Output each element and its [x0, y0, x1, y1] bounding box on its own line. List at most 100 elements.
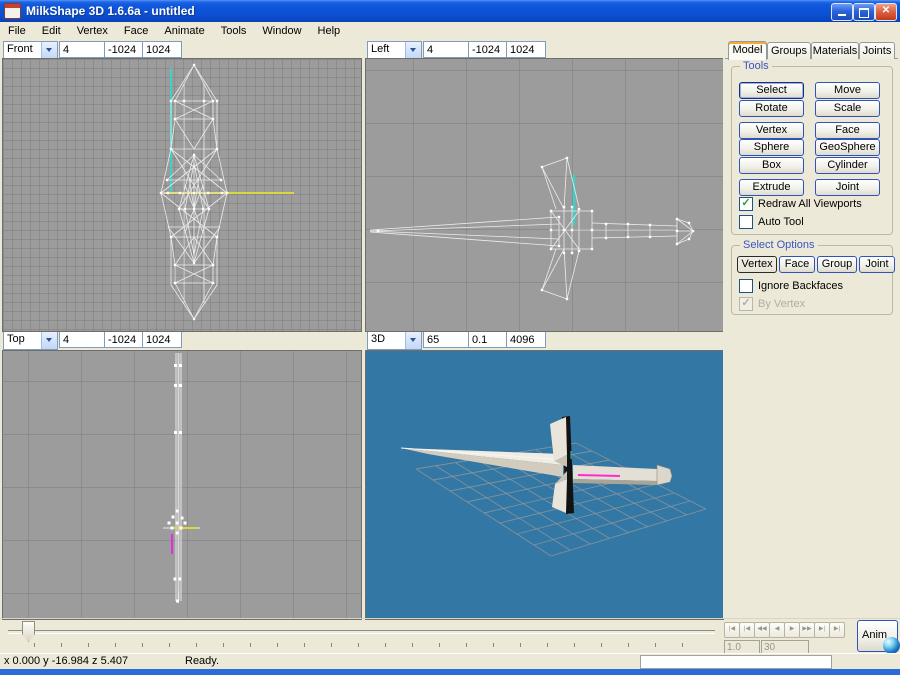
- vcr-step-forward-button[interactable]: ▶: [784, 622, 800, 638]
- anim-button-label: Anim: [862, 629, 887, 641]
- minimize-button[interactable]: [831, 3, 853, 21]
- menu-bar: File Edit Vertex Face Animate Tools Wind…: [0, 22, 900, 40]
- vcr-first-frame-button[interactable]: |◀: [724, 622, 740, 638]
- left-max-field[interactable]: [506, 41, 546, 58]
- ignore-backfaces-checkbox[interactable]: Ignore Backfaces: [739, 279, 843, 293]
- timeline-ticks: [34, 643, 698, 647]
- menu-face[interactable]: Face: [116, 23, 156, 39]
- window-title: MilkShape 3D 1.6.6a - untitled: [26, 4, 195, 18]
- top-viewport-mode-value: Top: [4, 332, 41, 349]
- menu-edit[interactable]: Edit: [34, 23, 69, 39]
- tab-joints[interactable]: Joints: [859, 42, 895, 59]
- close-icon: ✕: [882, 5, 890, 16]
- left-viewport-mode-value: Left: [368, 42, 405, 59]
- title-bar[interactable]: MilkShape 3D 1.6.6a - untitled: [0, 0, 900, 22]
- tab-model[interactable]: Model: [728, 41, 767, 60]
- select-option-face-button[interactable]: Face: [779, 256, 815, 273]
- select-option-vertex-button[interactable]: Vertex: [737, 256, 777, 273]
- timeline-track[interactable]: [8, 630, 715, 634]
- select-option-joint-button[interactable]: Joint: [859, 256, 895, 273]
- tool-cylinder-button[interactable]: Cylinder: [815, 157, 880, 174]
- chevron-down-icon[interactable]: [405, 42, 421, 59]
- 3d-near-field[interactable]: [468, 331, 508, 348]
- tool-extrude-button[interactable]: Extrude: [739, 179, 804, 196]
- menu-vertex[interactable]: Vertex: [69, 23, 116, 39]
- menu-help[interactable]: Help: [310, 23, 349, 39]
- tool-move-button[interactable]: Move: [815, 82, 880, 99]
- menu-tools[interactable]: Tools: [213, 23, 255, 39]
- by-vertex-checkbox: ✓ By Vertex: [739, 297, 805, 311]
- select-option-group-button[interactable]: Group: [817, 256, 857, 273]
- vcr-fast-forward-button[interactable]: ▶▶: [799, 622, 815, 638]
- redraw-all-viewports-checkbox[interactable]: ✓ Redraw All Viewports: [739, 197, 862, 211]
- anim-toggle-button[interactable]: Anim: [857, 620, 898, 652]
- timeline-zone: |◀ |◀ ◀◀ ◀ ▶ ▶▶ ▶| ▶|: [0, 618, 900, 654]
- 3d-viewport-mode-value: 3D: [368, 332, 405, 349]
- milkshape-window: { "window": { "title": "MilkShape 3D 1.6…: [0, 0, 900, 675]
- sphere-logo-icon: [883, 637, 900, 654]
- window-bottom-border: [0, 669, 900, 675]
- coordinate-readout: x 0.000 y -16.984 z 5.407: [4, 655, 128, 667]
- auto-tool-checkbox[interactable]: Auto Tool: [739, 215, 804, 229]
- front-viewport[interactable]: [2, 58, 362, 332]
- restore-icon: [859, 8, 869, 18]
- vcr-last-frame-button[interactable]: ▶|: [829, 622, 845, 638]
- tool-joint-button[interactable]: Joint: [815, 179, 880, 196]
- tool-rotate-button[interactable]: Rotate: [739, 100, 804, 117]
- vcr-step-back-button[interactable]: ◀: [769, 622, 785, 638]
- tool-scale-button[interactable]: Scale: [815, 100, 880, 117]
- chevron-down-icon[interactable]: [41, 332, 57, 349]
- status-bar: x 0.000 y -16.984 z 5.407 Ready.: [0, 653, 900, 669]
- menu-window[interactable]: Window: [254, 23, 309, 39]
- top-viewport-mode-select[interactable]: Top: [3, 331, 58, 350]
- anim-speed-field[interactable]: [724, 640, 760, 654]
- checkbox-check-icon: ✓: [739, 297, 753, 311]
- top-viewport-canvas: [3, 351, 361, 619]
- left-min-field[interactable]: [468, 41, 508, 58]
- menu-animate[interactable]: Animate: [156, 23, 212, 39]
- timeline-slider-thumb[interactable]: [22, 621, 35, 642]
- tab-groups[interactable]: Groups: [767, 42, 811, 59]
- select-options-group-label: Select Options: [740, 239, 818, 251]
- top-zoom-field[interactable]: [59, 331, 107, 348]
- chevron-down-icon[interactable]: [41, 42, 57, 59]
- tool-geosphere-button[interactable]: GeoSphere: [815, 139, 880, 156]
- front-min-field[interactable]: [104, 41, 144, 58]
- 3d-viewport-canvas: [366, 351, 723, 619]
- anim-frames-field[interactable]: [761, 640, 809, 654]
- vcr-prev-keyframe-button[interactable]: |◀: [739, 622, 755, 638]
- restore-button[interactable]: [853, 3, 875, 21]
- 3d-viewport[interactable]: [365, 350, 724, 620]
- minimize-icon: [838, 14, 846, 16]
- front-zoom-field[interactable]: [59, 41, 107, 58]
- checkbox-label: By Vertex: [758, 298, 805, 310]
- left-viewport-canvas: [366, 59, 723, 331]
- front-viewport-canvas: [3, 59, 361, 331]
- vcr-rewind-button[interactable]: ◀◀: [754, 622, 770, 638]
- front-max-field[interactable]: [142, 41, 182, 58]
- top-viewport[interactable]: [2, 350, 362, 620]
- menu-file[interactable]: File: [0, 23, 34, 39]
- tab-materials[interactable]: Materials: [811, 42, 859, 59]
- left-zoom-field[interactable]: [423, 41, 471, 58]
- tool-select-button[interactable]: Select: [739, 82, 804, 99]
- chevron-down-icon[interactable]: [405, 332, 421, 349]
- status-message: Ready.: [185, 655, 219, 667]
- 3d-fov-field[interactable]: [423, 331, 471, 348]
- close-button[interactable]: ✕: [875, 3, 897, 21]
- status-extra-box: [640, 655, 832, 669]
- 3d-viewport-mode-select[interactable]: 3D: [367, 331, 422, 350]
- front-viewport-mode-value: Front: [4, 42, 41, 59]
- top-min-field[interactable]: [104, 331, 144, 348]
- tool-sphere-button[interactable]: Sphere: [739, 139, 804, 156]
- checkbox-label: Redraw All Viewports: [758, 198, 862, 210]
- top-max-field[interactable]: [142, 331, 182, 348]
- tool-box-button[interactable]: Box: [739, 157, 804, 174]
- vcr-next-keyframe-button[interactable]: ▶|: [814, 622, 830, 638]
- left-viewport[interactable]: [365, 58, 724, 332]
- tools-group-label: Tools: [740, 60, 772, 72]
- 3d-far-field[interactable]: [506, 331, 546, 348]
- tool-face-button[interactable]: Face: [815, 122, 880, 139]
- checkbox-label: Ignore Backfaces: [758, 280, 843, 292]
- tool-vertex-button[interactable]: Vertex: [739, 122, 804, 139]
